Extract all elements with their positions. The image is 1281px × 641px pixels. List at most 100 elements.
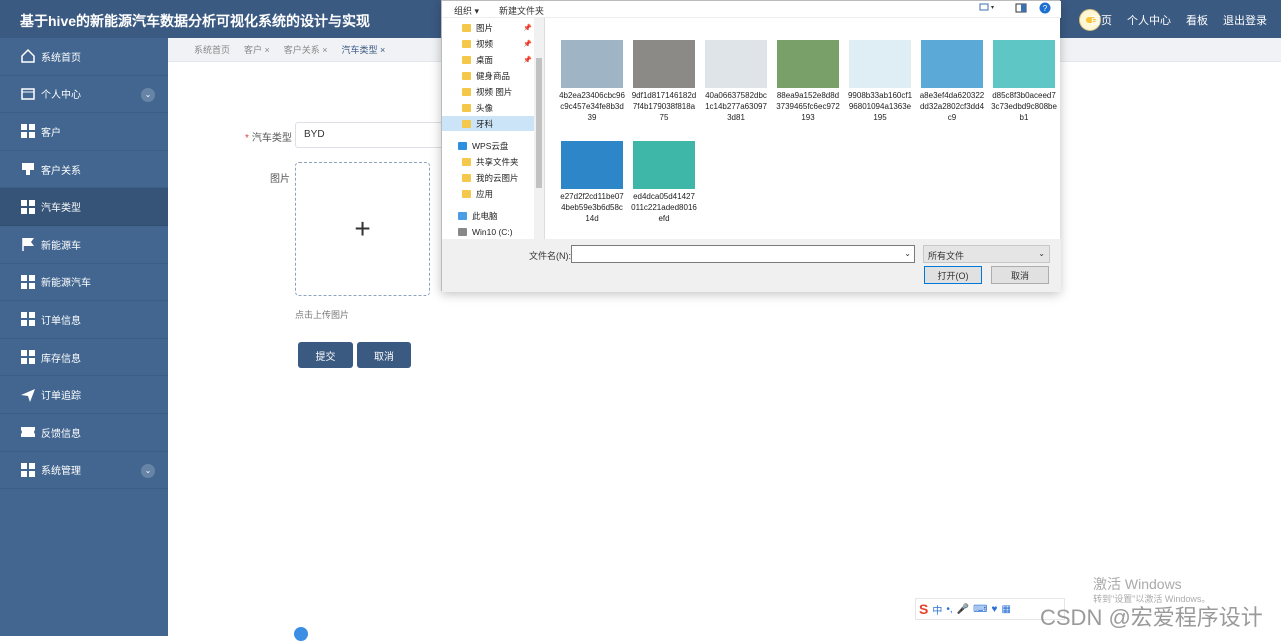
sidebar-item-10[interactable]: 反馈信息: [0, 414, 168, 452]
nav-folder-0[interactable]: 图片 📌: [442, 20, 534, 35]
folder-icon: [462, 87, 471, 96]
cancel-button[interactable]: 取消: [357, 342, 411, 368]
pin-icon: 📌: [523, 24, 532, 32]
nav-folder-6[interactable]: 牙科: [442, 116, 534, 131]
dialog-cancel-button[interactable]: 取消: [991, 266, 1049, 284]
sidebar-item-5[interactable]: 新能源车: [0, 226, 168, 264]
file-item[interactable]: 9df1d817146182d7f4b179038f818a75: [631, 40, 697, 123]
sidebar-item-4[interactable]: 汽车类型: [0, 188, 168, 226]
sidebar-item-0[interactable]: 系统首页: [0, 38, 168, 76]
file-item[interactable]: d85c8f3b0aceed73c73edbd9c808beb1: [991, 40, 1057, 123]
sidebar-item-label: 系统首页: [41, 52, 81, 64]
folder-icon: [462, 55, 471, 64]
nav-scrollbar[interactable]: [534, 18, 544, 239]
sidebar-item-label: 汽车类型: [41, 203, 81, 215]
windows-activation-title: 激活 Windows: [1093, 576, 1182, 592]
file-item[interactable]: 40a06637582dbc1c14b277a630973d81: [703, 40, 769, 123]
image-upload-box[interactable]: +: [295, 162, 430, 296]
breadcrumb-home[interactable]: 系统首页: [194, 43, 230, 56]
dialog-bottom-bar: 文件名(N): ⌄ 所有文件 ⌄ 打开(O) 取消: [442, 239, 1061, 292]
sidebar-item-label: 客户: [41, 127, 61, 139]
file-thumbnail: [633, 141, 695, 189]
file-item[interactable]: 88ea9a152e8d8d3739465fc6ec972193: [775, 40, 841, 123]
nav-folder-7[interactable]: WPS云盘: [442, 138, 534, 153]
nav-folder-11[interactable]: 此电脑: [442, 208, 534, 223]
breadcrumb-car-type[interactable]: 汽车类型 ×: [342, 43, 386, 56]
ime-mode[interactable]: 中: [932, 602, 942, 617]
filetype-select[interactable]: 所有文件 ⌄: [923, 245, 1050, 263]
nav-folder-label: 图片: [476, 22, 494, 33]
file-item[interactable]: e27d2f2cd11be074beb59e3b6d58c14d: [559, 141, 625, 224]
sidebar-item-9[interactable]: 订单追踪: [0, 376, 168, 414]
nav-logout[interactable]: 退出登录: [1223, 12, 1267, 28]
sidebar-item-label: 订单信息: [41, 315, 81, 327]
home-icon: [20, 48, 36, 64]
nav-home[interactable]: 首页: [1090, 12, 1112, 28]
breadcrumb-customer-relation[interactable]: 客户关系 ×: [284, 43, 328, 56]
sidebar-item-8[interactable]: 库存信息: [0, 339, 168, 377]
help-icon[interactable]: ?: [1039, 2, 1051, 16]
chevron-down-icon[interactable]: ⌄: [141, 87, 155, 102]
nav-dashboard[interactable]: 看板: [1186, 12, 1208, 28]
file-item[interactable]: 9908b33ab160cf196801094a1363e195: [847, 40, 913, 123]
nav-folder-5[interactable]: 头像: [442, 100, 534, 115]
keyboard-icon[interactable]: ⌨: [973, 604, 987, 615]
send-icon: [20, 387, 36, 403]
toolbox-icon[interactable]: ▦: [1001, 604, 1010, 615]
microphone-icon[interactable]: 🎤: [957, 604, 969, 615]
new-folder-button[interactable]: 新建文件夹: [499, 4, 544, 17]
image-label: 图片: [270, 174, 290, 185]
sidebar-item-1[interactable]: 个人中心 ⌄: [0, 76, 168, 114]
file-thumbnail: [561, 141, 623, 189]
skin-icon[interactable]: ♥: [992, 604, 998, 615]
file-name: 4b2ea23406cbc96c9c457e34fe8b3d39: [559, 91, 625, 122]
grid-icon: [20, 274, 36, 290]
breadcrumb-customer[interactable]: 客户 ×: [244, 43, 270, 56]
file-name: 40a06637582dbc1c14b277a630973d81: [705, 91, 767, 122]
nav-personal-center[interactable]: 个人中心: [1127, 12, 1171, 28]
nav-folder-1[interactable]: 视频 📌: [442, 36, 534, 51]
punctuation-icon[interactable]: •,: [946, 604, 952, 615]
sidebar-item-2[interactable]: 客户: [0, 113, 168, 151]
nav-folder-label: WPS云盘: [472, 140, 509, 151]
file-thumbnail: [993, 40, 1055, 88]
sidebar-item-11[interactable]: 系统管理 ⌄: [0, 452, 168, 490]
preview-pane-icon[interactable]: [1015, 3, 1027, 15]
file-item[interactable]: ed4dca05d41427011c221aded8016efd: [631, 141, 697, 224]
view-mode-icon[interactable]: [979, 3, 995, 15]
sidebar: 系统首页个人中心 ⌄ 客户客户关系汽车类型新能源车新能源汽车订单信息库存信息 订单追踪…: [0, 38, 168, 636]
nav-folder-10[interactable]: 应用: [442, 186, 534, 201]
nav-folder-label: 此电脑: [472, 210, 498, 221]
folder-icon: [462, 71, 471, 80]
nav-folder-label: 头像: [476, 102, 494, 113]
sidebar-item-7[interactable]: 订单信息: [0, 301, 168, 339]
folder-icon: [462, 189, 471, 198]
chevron-down-icon[interactable]: ⌄: [141, 463, 155, 478]
file-thumbnail: [561, 40, 623, 88]
file-name: ed4dca05d41427011c221aded8016efd: [631, 192, 697, 223]
file-item[interactable]: a8e3ef4da620322dd32a2802cf3dd4c9: [919, 40, 985, 123]
chevron-down-icon[interactable]: ⌄: [904, 249, 911, 258]
scroll-handle[interactable]: [294, 627, 308, 641]
folder-icon: [458, 211, 467, 220]
nav-folder-8[interactable]: 共享文件夹: [442, 154, 534, 169]
open-button[interactable]: 打开(O): [924, 266, 982, 284]
nav-folder-12[interactable]: Win10 (C:): [442, 224, 534, 239]
sidebar-item-label: 新能源汽车: [41, 278, 91, 290]
car-type-input[interactable]: BYD: [295, 122, 445, 148]
folder-icon: [462, 173, 471, 182]
organize-menu[interactable]: 组织 ▾: [454, 4, 479, 17]
filename-label: 文件名(N):: [529, 251, 571, 261]
sidebar-item-6[interactable]: 新能源汽车: [0, 264, 168, 302]
file-name: e27d2f2cd11be074beb59e3b6d58c14d: [560, 192, 624, 223]
nav-folder-4[interactable]: 视频 图片: [442, 84, 534, 99]
nav-folder-9[interactable]: 我的云图片: [442, 170, 534, 185]
sidebar-item-3[interactable]: 客户关系: [0, 151, 168, 189]
nav-folder-3[interactable]: 健身商品: [442, 68, 534, 83]
file-thumbnail: [849, 40, 911, 88]
filename-input[interactable]: ⌄: [571, 245, 915, 263]
submit-button[interactable]: 提交: [298, 342, 353, 368]
nav-folder-2[interactable]: 桌面 📌: [442, 52, 534, 67]
file-item[interactable]: 4b2ea23406cbc96c9c457e34fe8b3d39: [559, 40, 625, 123]
nav-folder-label: 共享文件夹: [476, 156, 519, 167]
